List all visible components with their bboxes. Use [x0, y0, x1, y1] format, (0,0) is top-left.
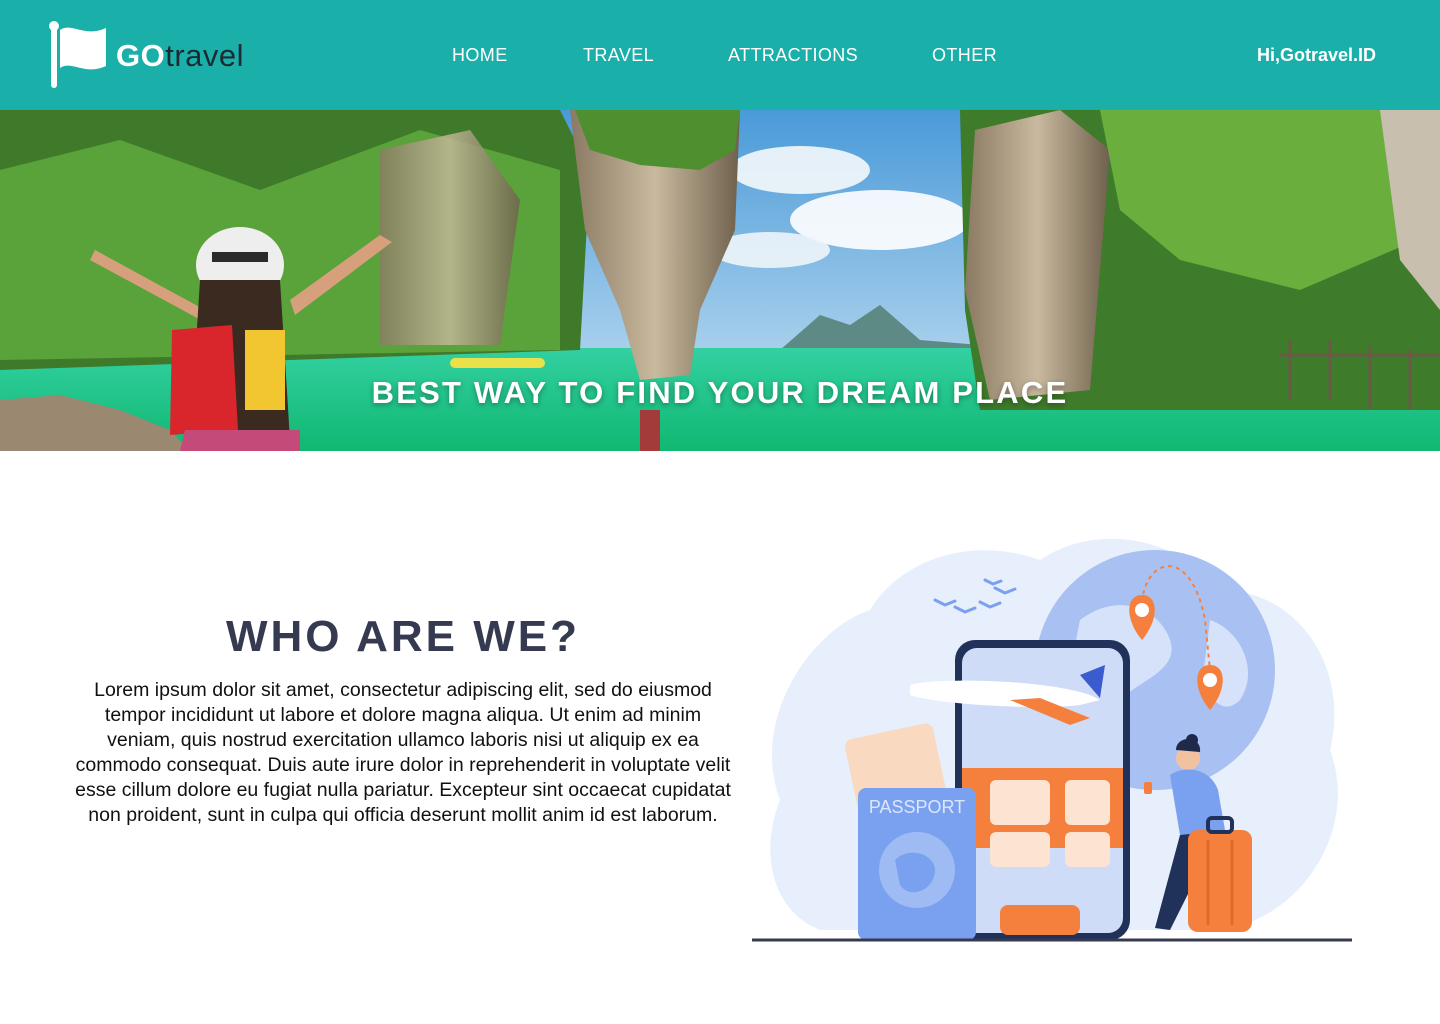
- user-greeting[interactable]: Hi,Gotravel.ID: [1257, 45, 1376, 66]
- nav-home[interactable]: HOME: [452, 45, 508, 66]
- main-nav: HOME TRAVEL ATTRACTIONS OTHER: [0, 45, 1440, 69]
- passport-label: PASSPORT: [869, 797, 965, 817]
- hero-banner: BEST WAY TO FIND YOUR DREAM PLACE: [0, 110, 1440, 451]
- nav-other[interactable]: OTHER: [932, 45, 997, 66]
- section-title: WHO ARE WE?: [226, 612, 580, 661]
- hero-headline: BEST WAY TO FIND YOUR DREAM PLACE: [371, 375, 1069, 410]
- about-paragraph: Lorem ipsum dolor sit amet, consectetur …: [75, 679, 731, 826]
- top-header: GOtravel HOME TRAVEL ATTRACTIONS OTHER H…: [0, 0, 1440, 110]
- suitcase-icon: [1188, 816, 1252, 932]
- nav-attractions[interactable]: ATTRACTIONS: [728, 45, 858, 66]
- travel-illustration: PASSPORT: [752, 538, 1352, 942]
- nav-travel[interactable]: TRAVEL: [583, 45, 654, 66]
